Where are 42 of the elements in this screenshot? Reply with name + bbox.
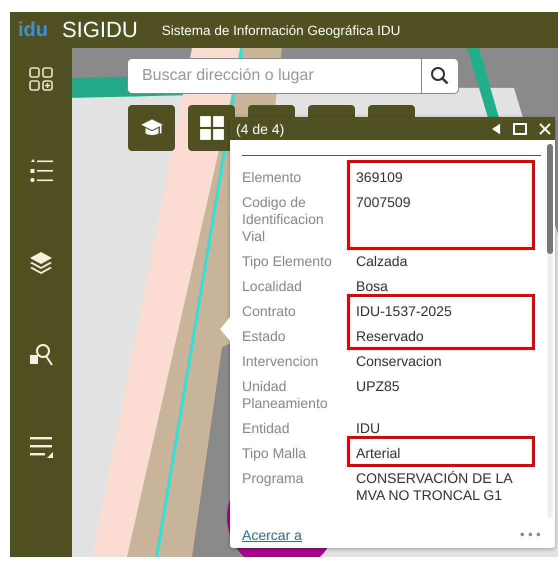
- field-label: Tipo Malla: [242, 445, 308, 462]
- close-icon[interactable]: [539, 122, 551, 134]
- search-button[interactable]: [421, 58, 459, 94]
- field-value: Arterial: [356, 445, 402, 462]
- grid-button[interactable]: [188, 105, 235, 151]
- field-value: Calzada: [356, 253, 408, 270]
- field-label: Intervencion: [242, 353, 320, 370]
- field-value: CONSERVACIÓN DE LA MVA NO TRONCAL G1: [356, 470, 514, 504]
- app-subtitle: Sistema de Información Geográfica IDU: [162, 22, 400, 38]
- field-label: Contrato: [242, 303, 297, 320]
- list-icon[interactable]: [28, 158, 54, 184]
- field-label: Estado: [242, 328, 287, 345]
- search-document-icon[interactable]: [28, 342, 54, 368]
- field-value: Conservacion: [356, 353, 443, 370]
- field-label: Codigo de Identificacion Vial: [242, 194, 325, 245]
- field-value: Reservado: [356, 328, 425, 345]
- field-label: Localidad: [242, 278, 303, 295]
- grid-icon: [198, 115, 224, 141]
- previous-icon[interactable]: [492, 122, 501, 134]
- more-menu[interactable]: •••: [518, 528, 543, 542]
- field-label: Entidad: [242, 420, 290, 437]
- list-edit-icon[interactable]: [28, 434, 54, 460]
- zoom-to-link[interactable]: Acercar a: [242, 527, 302, 543]
- field-label: Unidad Planeamiento: [242, 378, 329, 412]
- field-value: IDU: [356, 420, 382, 437]
- field-value: UPZ85: [356, 378, 401, 396]
- field-value: Bosa: [356, 278, 389, 295]
- app-name: SIGIDU: [62, 17, 138, 43]
- maximize-icon[interactable]: [513, 122, 527, 134]
- search-icon: [430, 66, 450, 86]
- logo: idu: [18, 18, 48, 42]
- widgets-icon[interactable]: [28, 66, 54, 92]
- feature-counter: (4 de 4): [236, 120, 286, 136]
- graduation-cap-button[interactable]: [128, 105, 175, 151]
- field-value: 7007509: [356, 194, 412, 212]
- field-value: IDU-1537-2025: [356, 303, 453, 320]
- field-value: 369109: [356, 169, 404, 186]
- field-label: Programa: [242, 470, 304, 488]
- search-field[interactable]: Buscar dirección o lugar: [127, 58, 421, 94]
- layers-icon[interactable]: [28, 250, 54, 276]
- field-label: Tipo Elemento: [242, 253, 333, 270]
- field-label: Elemento: [242, 169, 302, 186]
